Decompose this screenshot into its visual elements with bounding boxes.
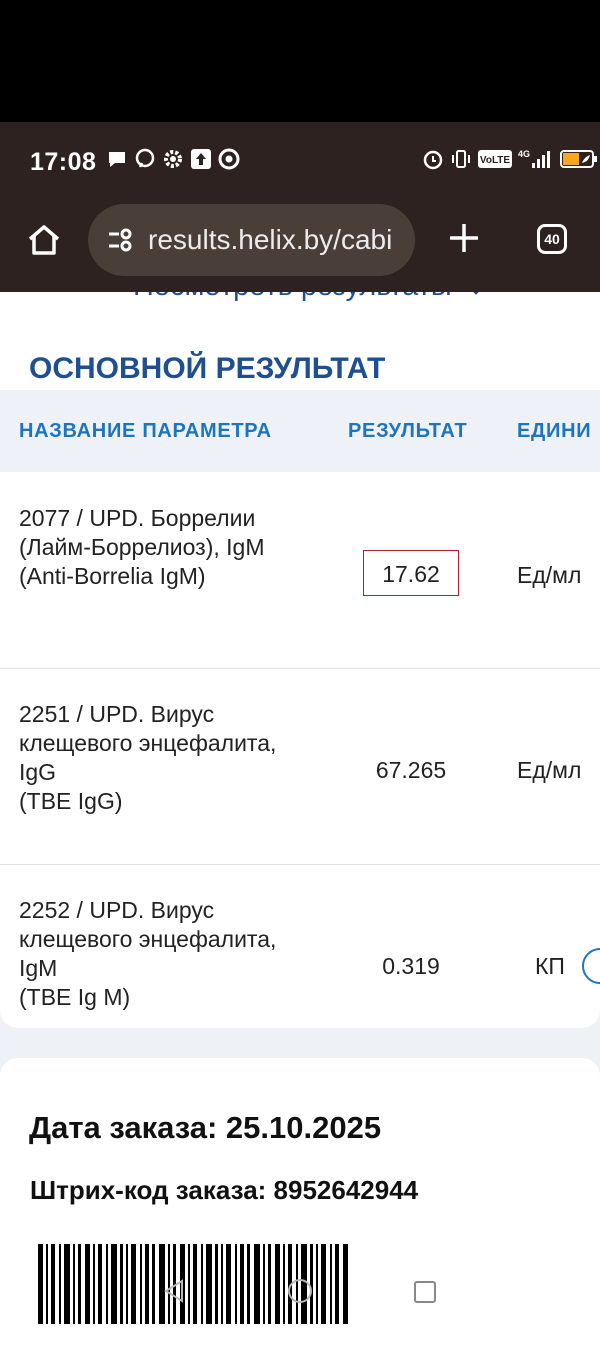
table-header: НАЗВАНИЕ ПАРАМЕТРА РЕЗУЛЬТАТ ЕДИНИ	[0, 390, 600, 472]
result-unit: Ед/мл	[517, 757, 582, 783]
order-barcode-number: Штрих-код заказа: 8952642944	[30, 1175, 419, 1205]
chrome-icon	[218, 148, 240, 170]
chat-icon	[109, 152, 125, 167]
network-label: 4G	[518, 149, 530, 159]
result-unit: КП	[535, 953, 565, 979]
nav-home-icon[interactable]	[286, 1277, 314, 1305]
nav-back-icon[interactable]	[160, 1277, 188, 1305]
header-unit: ЕДИНИ	[517, 420, 592, 442]
parameter-name: 2252 / UPD. Вирус клещевого энцефалита, …	[19, 897, 277, 1010]
view-results-label[interactable]: Посмотреть результаты	[133, 292, 452, 302]
results-card: Посмотреть результаты ОСНОВНОЙ РЕЗУЛЬТАТ…	[0, 292, 600, 1028]
status-icons-right: VoLTE 4G	[422, 148, 598, 170]
result-unit: Ед/мл	[517, 562, 582, 588]
table-row: 2077 / UPD. Боррелии (Лайм-Боррелиоз), I…	[0, 472, 600, 669]
browser-chrome: 17:08 VoLTE 4G results.helix.by/cabi 40	[0, 122, 600, 292]
result-value: 67.265	[375, 757, 447, 783]
volte-icon: VoLTE	[478, 150, 512, 168]
nav-recent-apps-icon[interactable]	[413, 1280, 437, 1304]
top-black-area	[0, 0, 600, 122]
battery-icon	[560, 150, 597, 168]
section-title: ОСНОВНОЙ РЕЗУЛЬТАТ	[29, 352, 386, 385]
chevron-down-icon	[473, 292, 479, 295]
volte-label: VoLTE	[480, 155, 511, 166]
result-value-highlighted: 17.62	[363, 550, 459, 596]
upload-icon	[191, 149, 211, 169]
new-tab-icon[interactable]	[446, 220, 482, 256]
settings-icon	[164, 150, 182, 168]
status-time: 17:08	[30, 148, 97, 176]
info-circle-icon[interactable]	[582, 948, 600, 984]
vibrate-icon	[452, 150, 470, 168]
tab-count: 40	[544, 231, 560, 247]
viber-icon	[135, 148, 155, 168]
alarm-icon	[423, 150, 443, 170]
result-value: 0.319	[382, 953, 440, 979]
tab-switcher-button[interactable]: 40	[537, 224, 567, 254]
status-icons-left	[106, 148, 240, 170]
url-text[interactable]: results.helix.by/cabi	[148, 224, 392, 256]
url-bar[interactable]: results.helix.by/cabi	[88, 204, 415, 276]
table-row: 2251 / UPD. Вирус клещевого энцефалита, …	[0, 668, 600, 865]
header-result: РЕЗУЛЬТАТ	[348, 420, 468, 442]
site-settings-icon[interactable]	[106, 225, 136, 255]
home-icon[interactable]	[26, 222, 62, 258]
view-results-link[interactable]: Посмотреть результаты	[133, 292, 484, 303]
order-date: Дата заказа: 25.10.2025	[29, 1110, 382, 1145]
header-parameter-name: НАЗВАНИЕ ПАРАМЕТРА	[19, 420, 272, 442]
signal-icon: 4G	[518, 149, 550, 168]
table-row: 2252 / UPD. Вирус клещевого энцефалита, …	[0, 864, 600, 1028]
parameter-name: 2251 / UPD. Вирус клещевого энцефалита, …	[19, 701, 277, 814]
parameter-name: 2077 / UPD. Боррелии (Лайм-Боррелиоз), I…	[19, 505, 265, 589]
